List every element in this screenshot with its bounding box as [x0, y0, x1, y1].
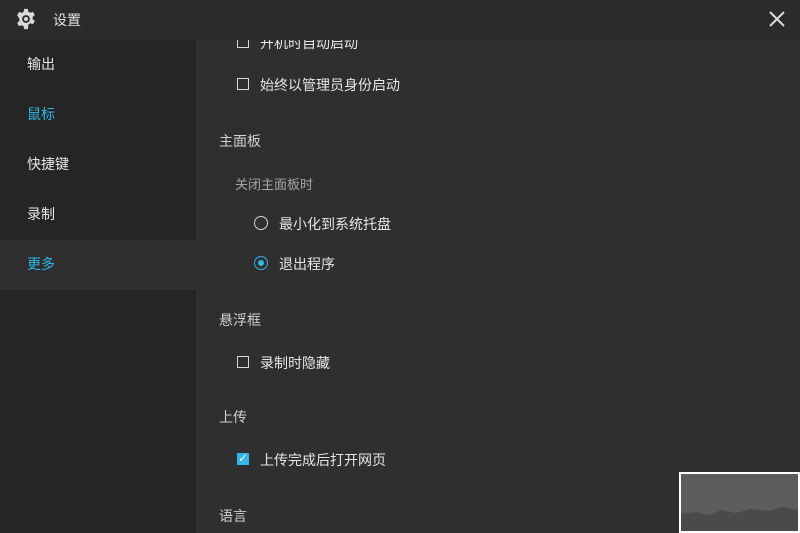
open-after-upload-label: 上传完成后打开网页 [260, 453, 386, 469]
exit-program-radio[interactable] [254, 256, 268, 270]
hide-when-recording-label: 录制时隐藏 [260, 356, 330, 372]
checkmark-icon: ✓ [238, 451, 249, 465]
language-section-title: 语言 [219, 509, 247, 525]
settings-content: 开机时自动启动 始终以管理员身份启动 主面板 关闭主面板时 最小化到系统托盘 退… [196, 40, 800, 533]
sidebar-item-record[interactable]: 录制 [0, 190, 196, 240]
landscape-thumbnail-graphic [681, 507, 798, 531]
upload-section-title: 上传 [219, 410, 247, 426]
exit-program-label: 退出程序 [279, 257, 335, 273]
sidebar: 输出 鼠标 快捷键 录制 更多 [0, 40, 196, 533]
radio-selected-dot [258, 260, 264, 266]
sidebar-item-output[interactable]: 输出 [0, 40, 196, 90]
open-after-upload-checkbox[interactable]: ✓ [237, 451, 249, 465]
minimize-to-tray-radio[interactable] [254, 216, 268, 230]
autostart-label: 开机时自动启动 [260, 40, 358, 52]
floating-section-title: 悬浮框 [219, 313, 261, 329]
sidebar-item-mouse[interactable]: 鼠标 [0, 90, 196, 140]
title-bar: 设置 [0, 0, 800, 40]
close-behavior-label: 关闭主面板时 [235, 178, 314, 193]
main-panel-section-title: 主面板 [219, 134, 261, 150]
autostart-checkbox[interactable] [237, 40, 249, 48]
hide-when-recording-checkbox[interactable] [237, 356, 249, 368]
close-icon[interactable] [764, 6, 790, 32]
run-as-admin-checkbox[interactable] [237, 78, 249, 90]
preview-thumbnail [679, 472, 800, 533]
sidebar-item-hotkeys[interactable]: 快捷键 [0, 140, 196, 190]
run-as-admin-label: 始终以管理员身份启动 [260, 78, 400, 94]
gear-icon [17, 8, 35, 30]
preview-thumbnail-image [681, 474, 798, 531]
window-title: 设置 [53, 13, 81, 29]
minimize-to-tray-label: 最小化到系统托盘 [279, 217, 391, 233]
sidebar-item-more[interactable]: 更多 [0, 240, 196, 290]
